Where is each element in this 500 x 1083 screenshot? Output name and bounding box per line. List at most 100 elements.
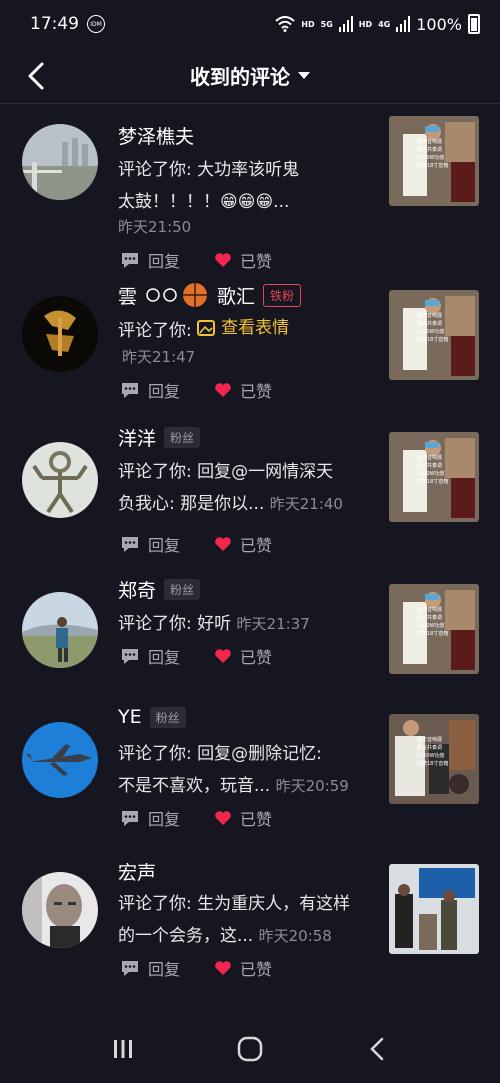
comment-text[interactable]: 评论了你: 查看表情 [118, 312, 370, 347]
comment-time: 昨天21:47 [122, 348, 196, 366]
heart-icon [215, 811, 231, 825]
caret-down-icon [298, 72, 310, 79]
hd-label-1: HD [301, 19, 315, 29]
image-icon [197, 320, 216, 336]
video-thumbnail[interactable]: 重庆音响展 再合共奏调 1000W功放 驾驶18寸音箱 [389, 116, 479, 206]
back-button[interactable] [18, 58, 54, 94]
comment-list[interactable]: 梦泽樵夫 评论了你: 大功率该听鬼 太鼓！！！！😁😁😁... 昨天21:50 回… [0, 104, 500, 1014]
avatar[interactable] [22, 592, 98, 668]
comment-prefix: 评论了你: [118, 321, 198, 341]
reply-label: 回复 [148, 648, 181, 667]
comment-text[interactable]: 评论了你: 生为重庆人，有这样 的一个会务，这... 昨天20:58 [118, 888, 370, 952]
reply-icon [122, 811, 138, 826]
like-button[interactable]: 已赞 [214, 806, 272, 830]
comment-text[interactable]: 评论了你: 回复@一网情深天 负我心: 那是你以... 昨天21:40 [118, 456, 370, 520]
reply-button[interactable]: 回复 [120, 248, 180, 272]
video-thumbnail[interactable]: 重庆音响展 再合共奏调 1000W功放 驾驶18寸音箱 [389, 290, 479, 380]
view-expression-link[interactable]: 查看表情 [197, 312, 289, 344]
user-name[interactable]: YE [118, 706, 142, 728]
avatar[interactable] [22, 442, 98, 518]
comment-text[interactable]: 评论了你: 大功率该听鬼 太鼓！！！！😁😁😁... [118, 154, 370, 218]
name-row: 郑奇 粉丝 [118, 576, 201, 603]
like-button[interactable]: 已赞 [214, 644, 272, 668]
actions-row: 回复 已赞 [120, 956, 272, 980]
fan-badge: 粉丝 [164, 427, 201, 448]
like-button[interactable]: 已赞 [214, 956, 272, 980]
reply-label: 回复 [148, 252, 181, 271]
network-4g: 4G [378, 19, 391, 29]
video-thumbnail[interactable] [389, 864, 479, 954]
like-button[interactable]: 已赞 [214, 248, 272, 272]
heart-icon [215, 961, 231, 975]
actions-row: 回复 已赞 [120, 378, 272, 402]
comment-item[interactable]: 梦泽樵夫 评论了你: 大功率该听鬼 太鼓！！！！😁😁😁... 昨天21:50 回… [0, 104, 500, 276]
user-name-tail[interactable]: 歌汇 [217, 282, 255, 309]
network-5g: 5G [320, 19, 333, 29]
comment-item[interactable]: 郑奇 粉丝 评论了你: 好听 昨天21:37 回复 已赞 重庆音响展 再合共奏调 1… [0, 572, 500, 702]
comment-item[interactable]: 洋洋 粉丝 评论了你: 回复@一网情深天 负我心: 那是你以... 昨天21:4… [0, 422, 500, 572]
reply-button[interactable]: 回复 [120, 806, 180, 830]
heart-icon [215, 649, 231, 663]
comment-line-2: 太鼓！！！！😁😁😁... [118, 192, 290, 212]
thumb-overlay-text: 重庆音响展 再合共奏调 1000W功放 驾驶18寸音箱 [417, 737, 449, 767]
comment-text[interactable]: 评论了你: 回复@删除记忆: 不是不喜欢，玩音... 昨天20:59 [118, 738, 370, 802]
avatar[interactable] [22, 872, 98, 948]
liked-label: 已赞 [240, 810, 273, 829]
name-row: 宏声 [118, 858, 156, 885]
comment-item[interactable]: 雲 歌汇 铁粉 评论了你: 查看表情 昨天21:47 回复 已赞 重庆音响展 再… [0, 276, 500, 422]
heart-icon [215, 383, 231, 397]
wifi-icon [275, 16, 295, 32]
reply-icon [122, 383, 138, 398]
like-button[interactable]: 已赞 [214, 378, 272, 402]
reply-button[interactable]: 回复 [120, 644, 180, 668]
user-name[interactable]: 梦泽樵夫 [118, 122, 194, 149]
thumb-overlay-text: 重庆音响展 再合共奏调 1000W功放 驾驶18寸音箱 [417, 455, 449, 485]
actions-row: 回复 已赞 [120, 248, 272, 272]
idm-icon: IDM [87, 15, 105, 33]
recent-apps-button[interactable] [103, 1029, 143, 1069]
comment-item[interactable]: YE 粉丝 评论了你: 回复@删除记忆: 不是不喜欢，玩音... 昨天20:59… [0, 702, 500, 852]
reply-button[interactable]: 回复 [120, 532, 180, 556]
user-name[interactable]: 洋洋 [118, 424, 156, 451]
comment-line-1: 评论了你: 好听 [118, 614, 232, 634]
comment-line-2: 的一个会务，这... [118, 926, 254, 946]
actions-row: 回复 已赞 [120, 532, 272, 556]
comment-item[interactable]: 宏声 评论了你: 生为重庆人，有这样 的一个会务，这... 昨天20:58 回复… [0, 852, 500, 1012]
home-icon [237, 1036, 263, 1061]
video-thumbnail[interactable]: 重庆音响展 再合共奏调 1000W功放 驾驶18寸音箱 [389, 714, 479, 804]
title-dropdown[interactable]: 收到的评论 [190, 61, 310, 90]
comment-line-1: 评论了你: 生为重庆人，有这样 [118, 894, 351, 914]
reply-icon [122, 253, 138, 268]
hd-label-2: HD [358, 19, 373, 29]
avatar[interactable] [22, 722, 98, 798]
actions-row: 回复 已赞 [120, 806, 272, 830]
user-name[interactable]: 宏声 [118, 858, 156, 885]
reply-button[interactable]: 回复 [120, 956, 180, 980]
reply-label: 回复 [148, 810, 181, 829]
user-name[interactable]: 雲 [118, 282, 137, 309]
video-thumbnail[interactable]: 重庆音响展 再合共奏调 1000W功放 驾驶18寸音箱 [389, 432, 479, 522]
system-nav-bar [0, 1014, 500, 1083]
user-name[interactable]: 郑奇 [118, 576, 156, 603]
status-bar: 17:49 IDM HD 5G HD 4G 100% [0, 0, 500, 48]
video-thumbnail[interactable]: 重庆音响展 再合共奏调 1000W功放 驾驶18寸音箱 [389, 584, 479, 674]
fan-badge: 粉丝 [149, 706, 186, 728]
avatar[interactable] [22, 124, 98, 200]
thumb-overlay-text: 重庆音响展 再合共奏调 1000W功放 驾驶18寸音箱 [417, 139, 449, 169]
heart-icon [215, 537, 231, 551]
comment-text[interactable]: 评论了你: 好听 昨天21:37 [118, 608, 370, 640]
reply-button[interactable]: 回复 [120, 378, 180, 402]
comment-line-1: 评论了你: 大功率该听鬼 [118, 160, 300, 180]
signal-icon-1 [338, 16, 353, 32]
reply-icon [122, 961, 138, 976]
header: 收到的评论 [0, 48, 500, 104]
like-button[interactable]: 已赞 [214, 532, 272, 556]
system-back-button[interactable] [357, 1029, 397, 1069]
iron-fan-badge: 铁粉 [263, 283, 302, 307]
status-icons: HD 5G HD 4G 100% [275, 14, 480, 34]
name-row: 雲 歌汇 铁粉 [118, 280, 302, 310]
page-title: 收到的评论 [190, 65, 290, 89]
home-button[interactable] [230, 1029, 270, 1069]
avatar[interactable] [22, 296, 98, 372]
liked-label: 已赞 [240, 648, 273, 667]
